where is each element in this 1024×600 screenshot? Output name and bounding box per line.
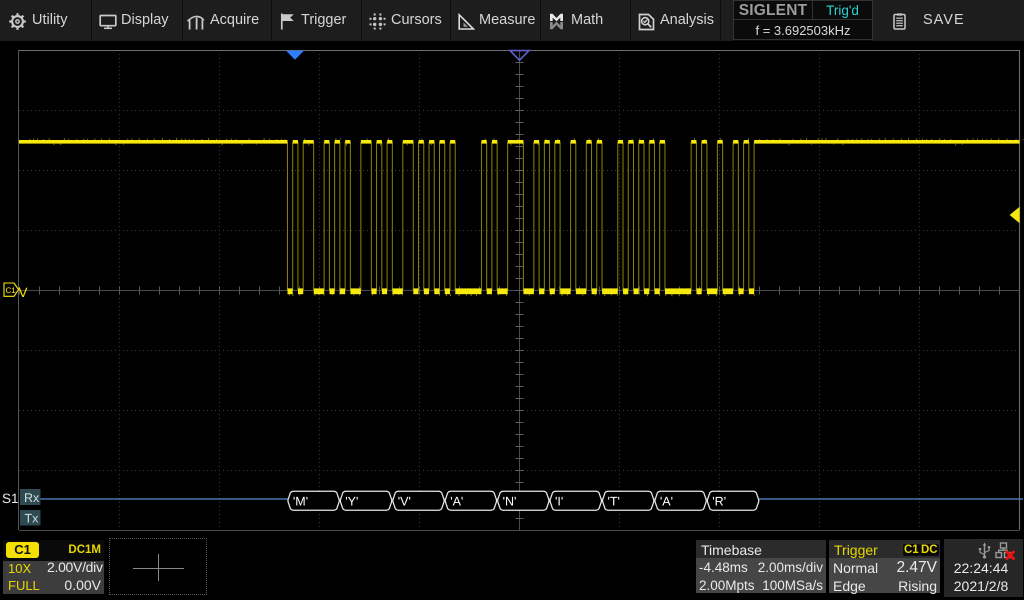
- svg-text:'I': 'I': [555, 495, 563, 509]
- svg-text:V: V: [19, 285, 28, 300]
- svg-text:'T': 'T': [608, 495, 620, 509]
- svg-text:'V': 'V': [398, 495, 411, 509]
- svg-text:C1: C1: [6, 286, 17, 295]
- svg-text:'A': 'A': [660, 495, 673, 509]
- svg-text:Rx: Rx: [24, 491, 40, 505]
- svg-text:'M': 'M': [293, 495, 308, 509]
- svg-text:'Y': 'Y': [345, 495, 358, 509]
- svg-text:'N': 'N': [503, 495, 517, 509]
- svg-text:'R': 'R': [712, 495, 726, 509]
- svg-text:Tx: Tx: [25, 512, 40, 526]
- svg-text:S1: S1: [2, 491, 19, 506]
- svg-text:'A': 'A': [450, 495, 463, 509]
